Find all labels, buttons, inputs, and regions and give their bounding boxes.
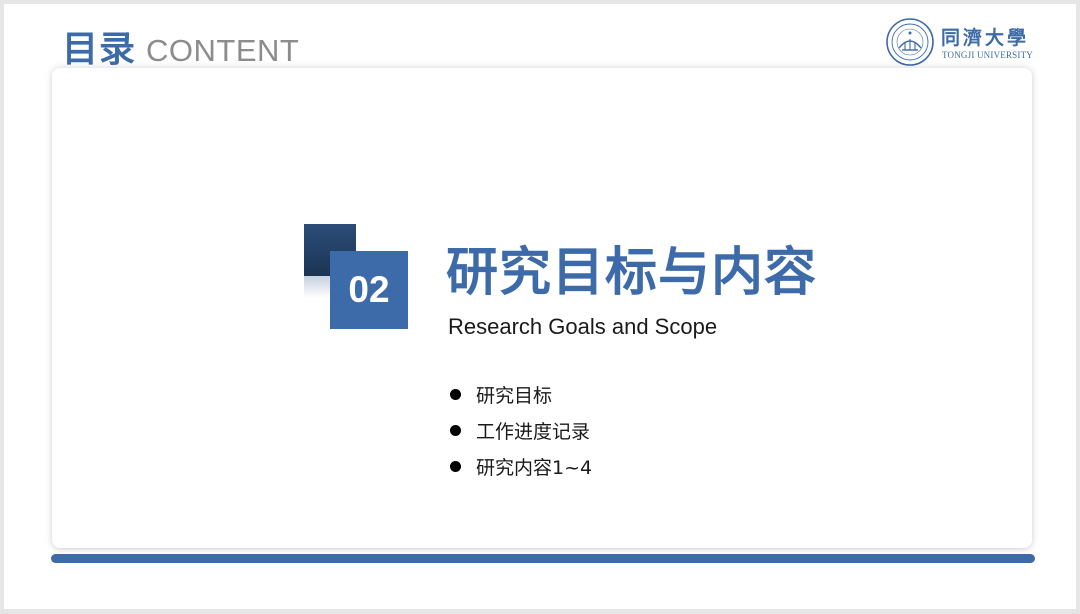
- slide: 目录 CONTENT 同濟大學 TONGJI UNIVERSITY 02 研究目…: [4, 4, 1076, 609]
- bullet-icon: [450, 424, 461, 436]
- page-title: 目录 CONTENT: [62, 20, 299, 72]
- list-item-label: 研究目标: [476, 384, 553, 407]
- section-title: 研究目标与内容: [446, 243, 818, 303]
- list-item: 研究目标: [448, 376, 592, 412]
- section-subtitle: Research Goals and Scope: [448, 314, 718, 339]
- university-name-cn: 同濟大學: [941, 27, 1030, 49]
- university-name-en: TONGJI UNIVERSITY: [942, 50, 1033, 60]
- section-item-list: 研究目标 工作进度记录 研究内容1~4: [448, 376, 592, 484]
- list-item-label: 研究内容1~4: [476, 456, 593, 479]
- list-item-label: 工作进度记录: [476, 420, 591, 443]
- bullet-icon: [450, 460, 461, 472]
- university-seal-icon: [886, 18, 934, 66]
- section-number: 02: [330, 251, 408, 329]
- page-title-en: CONTENT: [146, 33, 300, 68]
- bullet-icon: [450, 388, 461, 400]
- list-item: 工作进度记录: [448, 412, 592, 448]
- university-logo: 同濟大學 TONGJI UNIVERSITY: [885, 17, 1035, 69]
- list-item: 研究内容1~4: [448, 448, 592, 484]
- bottom-accent-bar: [51, 554, 1035, 563]
- page-title-cn: 目录: [62, 29, 137, 70]
- decorative-shadow: [304, 276, 330, 298]
